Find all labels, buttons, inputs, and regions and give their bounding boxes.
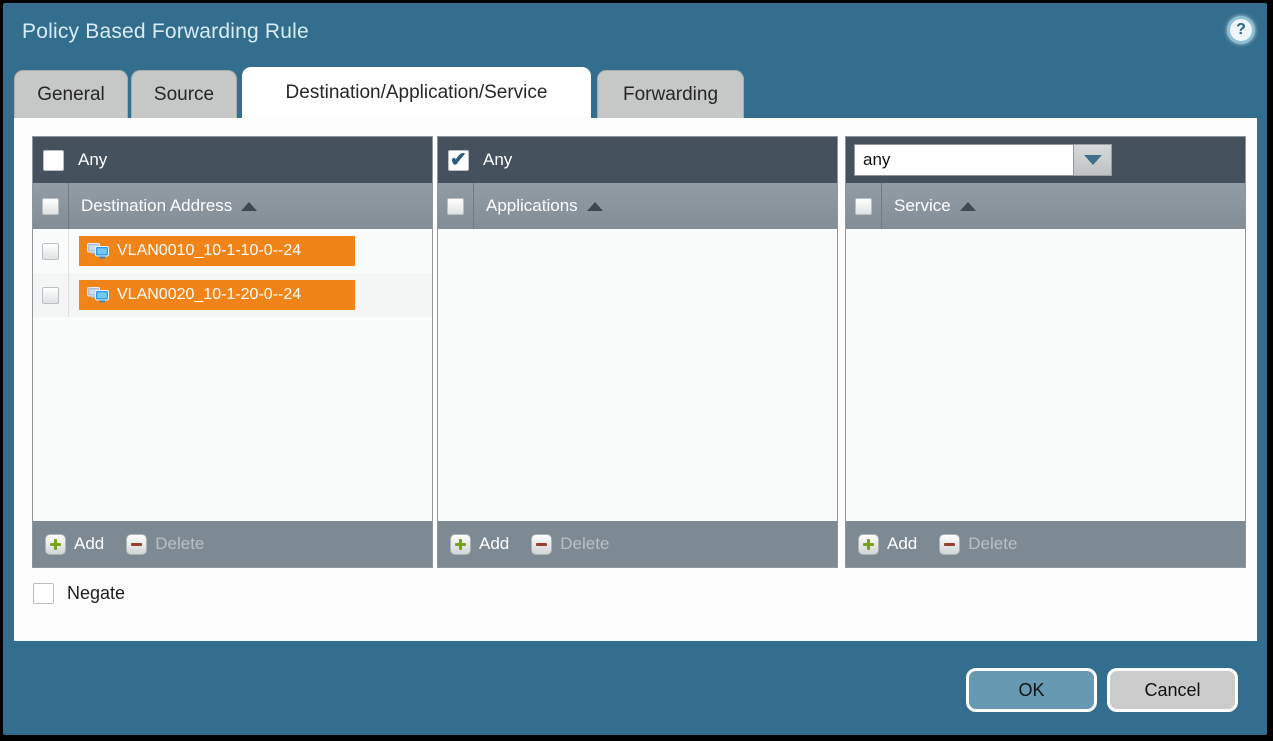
applications-select-all-checkbox[interactable] [447,198,464,215]
destination-column-label: Destination Address [81,196,232,216]
address-object-chip[interactable]: VLAN0020_10-1-20-0--24 [79,280,355,310]
add-label: Add [479,534,509,554]
add-plus-icon [450,534,471,555]
applications-list [438,229,837,521]
network-address-icon [87,241,109,261]
destination-select-all-checkbox[interactable] [42,198,59,215]
service-column-label: Service [894,196,951,216]
tab-forwarding[interactable]: Forwarding [597,70,744,118]
sort-ascending-icon [587,202,603,211]
destination-add-button[interactable]: Add [45,534,104,555]
applications-delete-button[interactable]: Delete [531,534,609,555]
service-type-dropdown[interactable]: any [854,144,1112,176]
row-checkbox[interactable] [42,243,59,260]
negate-label: Negate [67,583,125,604]
sort-ascending-icon [960,202,976,211]
tab-content-area: Any Destination Address [14,118,1257,641]
destination-delete-button[interactable]: Delete [126,534,204,555]
tab-general[interactable]: General [14,70,128,118]
destination-list: VLAN0010_10-1-10-0--24 [33,229,432,521]
service-select-all-checkbox[interactable] [855,198,872,215]
tab-source[interactable]: Source [131,70,237,118]
tab-das-label: Destination/Application/Service [286,82,548,104]
row-checkbox[interactable] [42,287,59,304]
chevron-down-icon [1084,155,1102,165]
add-label: Add [74,534,104,554]
delete-minus-icon [939,534,960,555]
service-column-header[interactable]: Service [846,183,1245,229]
service-toolbar: Add Delete [846,521,1245,567]
destination-any-checkbox[interactable] [43,150,64,171]
applications-add-button[interactable]: Add [450,534,509,555]
negate-checkbox[interactable] [33,583,54,604]
service-panel: any Service Add [845,136,1246,568]
table-row[interactable]: VLAN0020_10-1-20-0--24 [33,273,432,317]
policy-forwarding-dialog: Policy Based Forwarding Rule ? General S… [3,3,1267,735]
tab-forwarding-label: Forwarding [623,84,718,106]
applications-any-label: Any [483,150,512,170]
delete-label: Delete [560,534,609,554]
applications-panel: ✔ Any Applications Add Delete [437,136,838,568]
applications-column-header[interactable]: Applications [438,183,837,229]
ok-button[interactable]: OK [966,668,1097,712]
tab-destination-application-service[interactable]: Destination/Application/Service [242,67,591,118]
applications-any-checkbox[interactable]: ✔ [448,150,469,171]
address-object-chip[interactable]: VLAN0010_10-1-10-0--24 [79,236,355,266]
destination-any-header: Any [33,137,432,183]
network-address-icon [87,285,109,305]
destination-column-header[interactable]: Destination Address [33,183,432,229]
dialog-title: Policy Based Forwarding Rule [22,20,309,44]
add-plus-icon [45,534,66,555]
service-any-header: any [846,137,1245,183]
sort-ascending-icon [241,202,257,211]
tab-source-label: Source [154,84,214,106]
add-plus-icon [858,534,879,555]
service-add-button[interactable]: Add [858,534,917,555]
applications-column-label: Applications [486,196,578,216]
applications-any-header: ✔ Any [438,137,837,183]
applications-toolbar: Add Delete [438,521,837,567]
delete-minus-icon [126,534,147,555]
address-object-label: VLAN0010_10-1-10-0--24 [117,242,301,260]
help-icon[interactable]: ? [1227,16,1255,44]
address-object-label: VLAN0020_10-1-20-0--24 [117,286,301,304]
checkmark-icon: ✔ [450,147,467,172]
table-row[interactable]: VLAN0010_10-1-10-0--24 [33,229,432,273]
tab-general-label: General [37,84,105,106]
destination-any-label: Any [78,150,107,170]
add-label: Add [887,534,917,554]
service-delete-button[interactable]: Delete [939,534,1017,555]
service-list [846,229,1245,521]
delete-label: Delete [155,534,204,554]
negate-option: Negate [33,583,125,604]
service-type-value: any [854,144,1074,176]
dropdown-button[interactable] [1074,144,1112,176]
cancel-button[interactable]: Cancel [1107,668,1238,712]
destination-panel: Any Destination Address [32,136,433,568]
delete-minus-icon [531,534,552,555]
destination-toolbar: Add Delete [33,521,432,567]
delete-label: Delete [968,534,1017,554]
